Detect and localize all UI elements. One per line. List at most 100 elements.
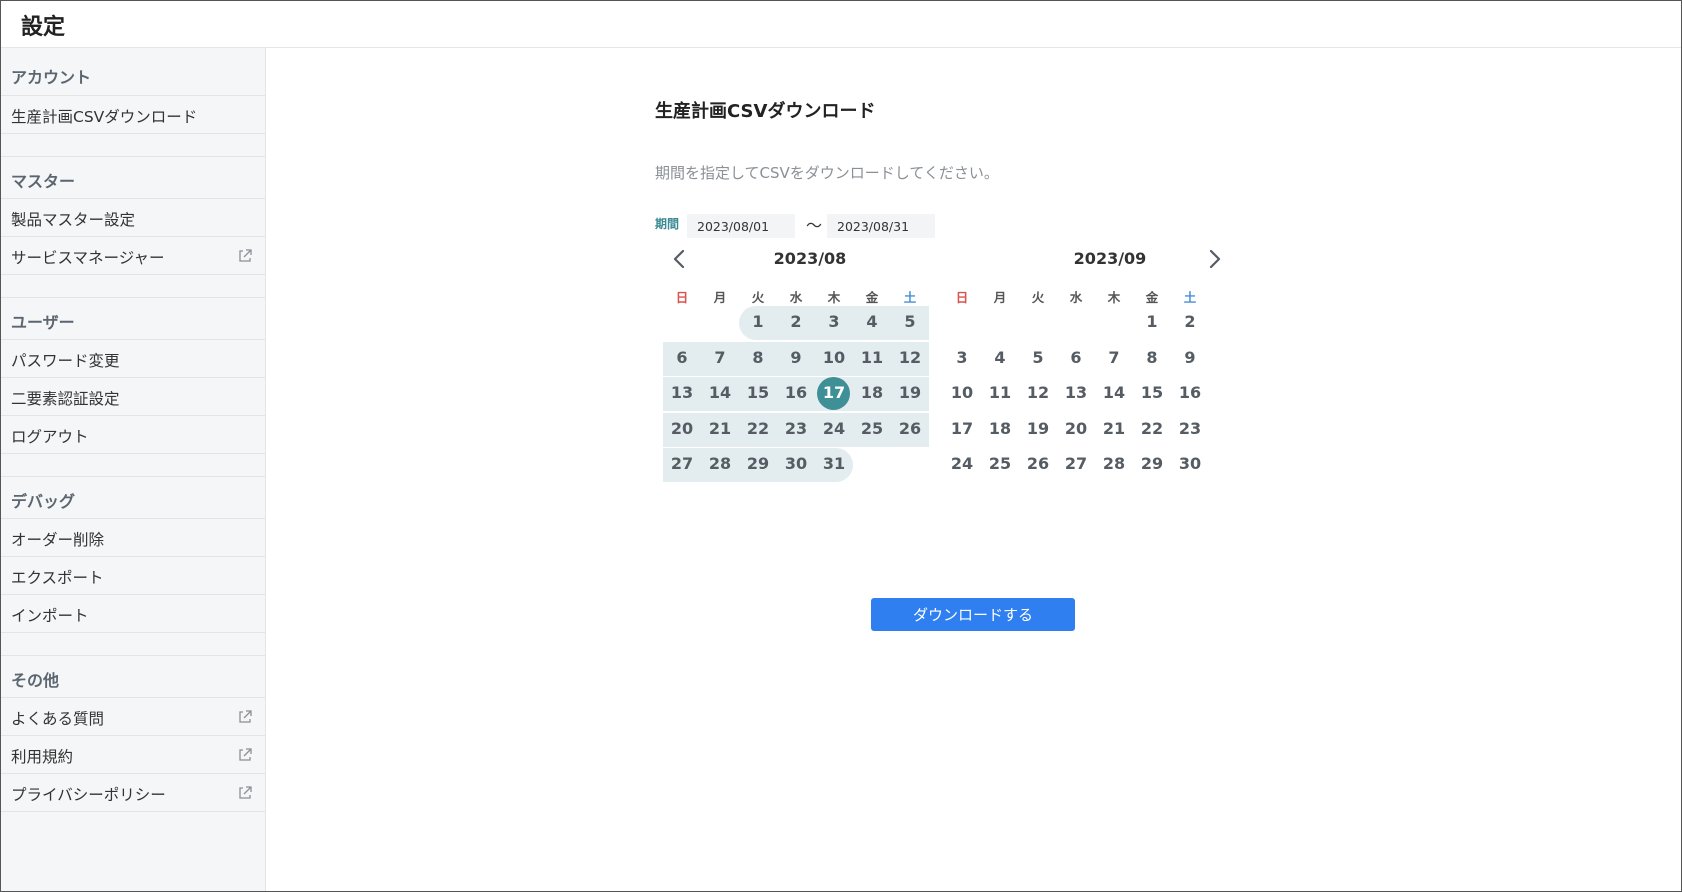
calendar-day[interactable]: 1 bbox=[738, 305, 778, 339]
weekday-label: 日 bbox=[675, 290, 689, 305]
calendar-day[interactable]: 11 bbox=[980, 376, 1020, 410]
previous-month-button[interactable] bbox=[666, 245, 694, 273]
weekday-label: 火 bbox=[1031, 290, 1045, 305]
calendar-day[interactable]: 18 bbox=[980, 412, 1020, 446]
sidebar-item[interactable]: ログアウト bbox=[1, 416, 265, 454]
sidebar-item-label: サービスマネージャー bbox=[11, 249, 165, 267]
calendar-day[interactable]: 29 bbox=[1132, 447, 1172, 481]
calendar-day[interactable]: 20 bbox=[662, 412, 702, 446]
calendar-day-selected[interactable]: 17 bbox=[814, 376, 854, 410]
calendar-day[interactable]: 27 bbox=[662, 447, 702, 481]
calendar-day[interactable]: 29 bbox=[738, 447, 778, 481]
sidebar-item[interactable]: 製品マスター設定 bbox=[1, 199, 265, 237]
sidebar-item-label: パスワード変更 bbox=[11, 352, 120, 370]
sidebar-item[interactable]: パスワード変更 bbox=[1, 340, 265, 378]
sidebar-item-label: ログアウト bbox=[11, 428, 89, 446]
calendar-day[interactable]: 22 bbox=[738, 412, 778, 446]
calendar-day[interactable]: 8 bbox=[1132, 341, 1172, 375]
start-date-input[interactable] bbox=[687, 214, 795, 238]
calendar-day[interactable]: 30 bbox=[1170, 447, 1210, 481]
sidebar-item-label: 利用規約 bbox=[11, 748, 74, 766]
calendar-day[interactable]: 1 bbox=[1132, 305, 1172, 339]
calendar-day[interactable]: 26 bbox=[890, 412, 930, 446]
sidebar-item[interactable]: サービスマネージャー bbox=[1, 237, 265, 275]
calendar-day[interactable]: 16 bbox=[776, 376, 816, 410]
sidebar-item[interactable]: 利用規約 bbox=[1, 736, 265, 774]
calendar-day[interactable]: 14 bbox=[700, 376, 740, 410]
calendar-day[interactable]: 11 bbox=[852, 341, 892, 375]
sidebar-item[interactable]: 二要素認証設定 bbox=[1, 378, 265, 416]
sidebar-item[interactable]: エクスポート bbox=[1, 557, 265, 595]
calendar-day[interactable]: 3 bbox=[942, 341, 982, 375]
calendar-day[interactable]: 19 bbox=[890, 376, 930, 410]
calendar-day[interactable]: 24 bbox=[814, 412, 854, 446]
calendar-day[interactable]: 12 bbox=[890, 341, 930, 375]
calendar-day[interactable]: 19 bbox=[1018, 412, 1058, 446]
calendar-day[interactable]: 23 bbox=[1170, 412, 1210, 446]
calendar-day[interactable]: 17 bbox=[942, 412, 982, 446]
period-label: 期間 bbox=[655, 217, 680, 231]
calendar-day[interactable]: 28 bbox=[1094, 447, 1134, 481]
calendar-day[interactable]: 23 bbox=[776, 412, 816, 446]
sidebar-section-heading: その他 bbox=[1, 655, 265, 698]
sidebar-item[interactable]: インポート bbox=[1, 595, 265, 633]
sidebar-item-label: エクスポート bbox=[11, 569, 104, 587]
weekday-label: 土 bbox=[1183, 290, 1197, 305]
calendar-day[interactable]: 25 bbox=[980, 447, 1020, 481]
calendar-day[interactable]: 13 bbox=[662, 376, 702, 410]
calendar-day[interactable]: 4 bbox=[852, 305, 892, 339]
sidebar-item-label: 生産計画CSVダウンロード bbox=[11, 108, 198, 126]
download-button[interactable]: ダウンロードする bbox=[871, 598, 1075, 631]
calendar-day[interactable]: 25 bbox=[852, 412, 892, 446]
calendar-day[interactable]: 27 bbox=[1056, 447, 1096, 481]
sidebar-item-label: オーダー削除 bbox=[11, 531, 105, 549]
calendar-day[interactable]: 21 bbox=[1094, 412, 1134, 446]
next-month-button[interactable] bbox=[1200, 245, 1228, 273]
end-date-input[interactable] bbox=[827, 214, 935, 238]
calendar-day[interactable]: 15 bbox=[738, 376, 778, 410]
calendar-day[interactable]: 3 bbox=[814, 305, 854, 339]
weekday-label: 水 bbox=[789, 290, 803, 305]
sidebar-item[interactable]: 生産計画CSVダウンロード bbox=[1, 96, 265, 134]
calendar-day[interactable]: 20 bbox=[1056, 412, 1096, 446]
sidebar-section-heading: ユーザー bbox=[1, 297, 265, 340]
calendar-day[interactable]: 10 bbox=[942, 376, 982, 410]
calendar-day[interactable]: 2 bbox=[776, 305, 816, 339]
calendar-day[interactable]: 13 bbox=[1056, 376, 1096, 410]
calendar-day[interactable]: 15 bbox=[1132, 376, 1172, 410]
external-link-icon bbox=[237, 747, 253, 763]
calendar-day[interactable]: 8 bbox=[738, 341, 778, 375]
sidebar-item-label: 二要素認証設定 bbox=[11, 390, 120, 408]
calendar-day[interactable]: 30 bbox=[776, 447, 816, 481]
calendar-day[interactable]: 24 bbox=[942, 447, 982, 481]
calendar-day[interactable]: 16 bbox=[1170, 376, 1210, 410]
sidebar-item-label: よくある質問 bbox=[11, 710, 105, 728]
calendar-day[interactable]: 9 bbox=[776, 341, 816, 375]
sidebar-item[interactable]: よくある質問 bbox=[1, 698, 265, 736]
calendar-day[interactable]: 7 bbox=[700, 341, 740, 375]
calendar-day[interactable]: 9 bbox=[1170, 341, 1210, 375]
sidebar-item-label: 製品マスター設定 bbox=[11, 211, 136, 229]
calendar-day[interactable]: 21 bbox=[700, 412, 740, 446]
calendar-day[interactable]: 2 bbox=[1170, 305, 1210, 339]
calendar-day[interactable]: 18 bbox=[852, 376, 892, 410]
weekday-label: 金 bbox=[1145, 290, 1159, 305]
sidebar-item[interactable]: プライバシーポリシー bbox=[1, 774, 265, 812]
calendar-day[interactable]: 10 bbox=[814, 341, 854, 375]
sidebar-item[interactable]: オーダー削除 bbox=[1, 519, 265, 557]
calendar-day[interactable]: 5 bbox=[890, 305, 930, 339]
calendar-day[interactable]: 22 bbox=[1132, 412, 1172, 446]
calendar-day[interactable]: 5 bbox=[1018, 341, 1058, 375]
calendar-day[interactable]: 7 bbox=[1094, 341, 1134, 375]
calendar-day[interactable]: 12 bbox=[1018, 376, 1058, 410]
calendar-day[interactable]: 31 bbox=[814, 447, 854, 481]
calendar-day[interactable]: 28 bbox=[700, 447, 740, 481]
main-content: 生産計画CSVダウンロード 期間を指定してCSVをダウンロードしてください。 期… bbox=[267, 49, 1681, 891]
calendar-day[interactable]: 4 bbox=[980, 341, 1020, 375]
date-range-calendar: 2023/08 2023/09 日月火水木金土 1 2 3 4 5 6 7 8 9 10 11 12 13… bbox=[662, 239, 1262, 499]
description: 期間を指定してCSVをダウンロードしてください。 bbox=[655, 164, 999, 182]
calendar-day[interactable]: 6 bbox=[1056, 341, 1096, 375]
calendar-day[interactable]: 26 bbox=[1018, 447, 1058, 481]
calendar-day[interactable]: 14 bbox=[1094, 376, 1134, 410]
calendar-day[interactable]: 6 bbox=[662, 341, 702, 375]
